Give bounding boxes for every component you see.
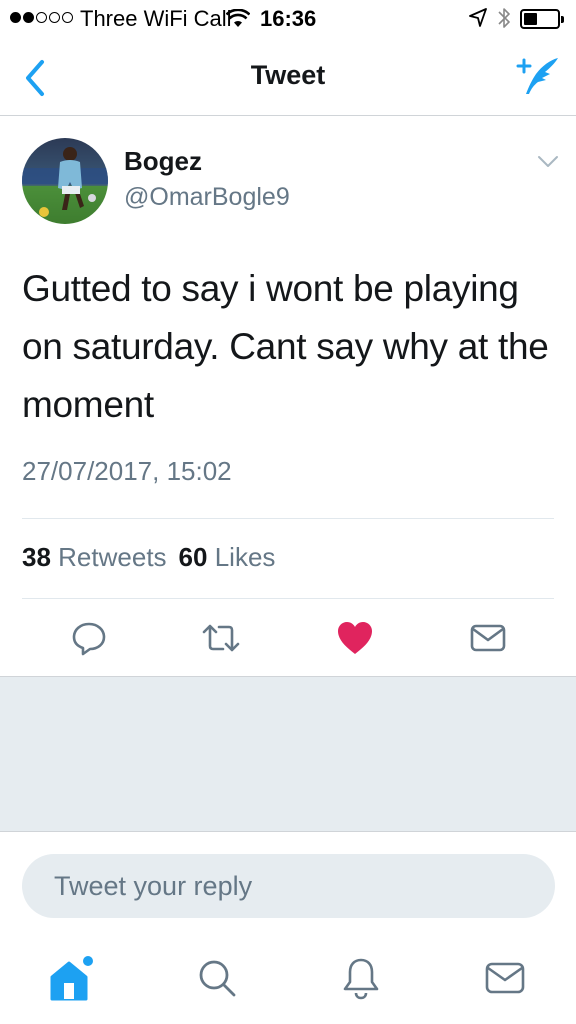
reply-button[interactable]	[67, 616, 111, 660]
tab-messages[interactable]	[480, 950, 530, 1006]
divider	[22, 518, 554, 519]
avatar[interactable]	[22, 138, 108, 224]
retweets-label: Retweets	[58, 542, 167, 572]
tab-notifications[interactable]	[336, 950, 386, 1006]
compose-tweet-icon	[516, 58, 558, 94]
reply-icon	[72, 622, 106, 656]
bluetooth-icon	[498, 8, 510, 28]
retweets-stat[interactable]: 38 Retweets	[22, 542, 167, 572]
like-button[interactable]	[333, 616, 377, 660]
empty-replies-area	[0, 676, 576, 832]
user-handle[interactable]: @OmarBogle9	[124, 183, 290, 212]
likes-label: Likes	[214, 542, 276, 572]
carrier-name: Three WiFi Call	[80, 6, 232, 31]
tweet-actions	[0, 616, 576, 660]
battery-icon	[520, 9, 564, 29]
page-title: Tweet	[250, 60, 326, 90]
tab-home[interactable]	[46, 950, 96, 1006]
heart-icon	[338, 622, 372, 654]
search-icon	[199, 960, 236, 997]
status-bar: Three WiFi Call 16:36	[0, 0, 576, 40]
tab-search[interactable]	[192, 950, 242, 1006]
signal-strength-icon	[10, 12, 73, 23]
like-count: 60	[178, 542, 208, 572]
divider	[22, 598, 554, 599]
reply-input[interactable]	[22, 854, 555, 918]
retweet-icon	[202, 624, 240, 652]
retweet-count: 38	[22, 542, 51, 572]
tweet-text: Gutted to say i wont be playing on satur…	[22, 268, 549, 425]
tab-bar	[0, 950, 576, 1010]
tweet-options-button[interactable]	[536, 152, 560, 172]
location-icon	[469, 8, 487, 27]
avatar-photo	[22, 138, 108, 224]
display-name[interactable]: Bogez	[124, 146, 202, 177]
tweet-timestamp: 27/07/2017, 15:02	[22, 456, 232, 486]
notifications-icon	[343, 958, 379, 1000]
retweet-button[interactable]	[199, 616, 243, 660]
home-icon	[50, 956, 93, 1001]
tweet-stats: 38 Retweets 60 Likes	[22, 542, 275, 573]
chevron-down-icon	[538, 156, 558, 167]
status-time: 16:36	[260, 6, 317, 31]
likes-stat[interactable]: 60 Likes	[179, 542, 276, 572]
nav-bar: Tweet	[0, 40, 576, 116]
wifi-icon	[226, 9, 250, 27]
compose-tweet-button[interactable]	[514, 54, 560, 98]
direct-message-button[interactable]	[466, 616, 510, 660]
messages-icon	[485, 962, 525, 994]
envelope-icon	[470, 624, 506, 652]
